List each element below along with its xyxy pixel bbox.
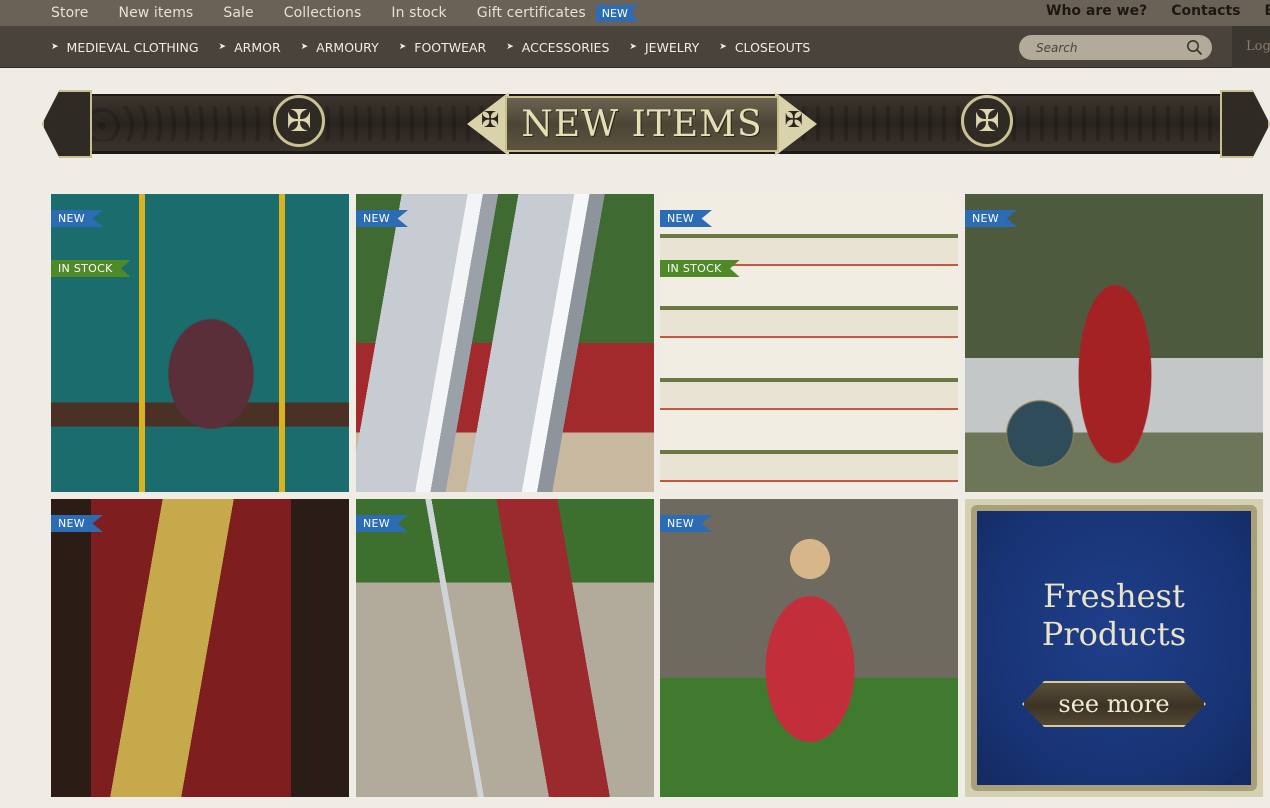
in-stock-badge: IN STOCK [660,260,740,277]
medallion-cross-icon: ✠ [961,95,1013,147]
arrow-icon: ➤ [719,42,727,52]
category-nav: ➤ MEDIEVAL CLOTHING ➤ ARMOR ➤ ARMOURY ➤ FOOT… [51,26,830,68]
product-image [51,194,349,492]
product-image [660,499,958,797]
banner-tip-left [42,90,92,158]
category-label: MEDIEVAL CLOTHING [66,39,199,55]
cross-icon: ✠ [784,108,803,133]
see-more-button[interactable]: see more [1022,681,1206,727]
category-label: ARMOR [234,39,281,55]
category-label: ACCESSORIES [521,39,610,55]
category-label: CLOSEOUTS [734,39,811,55]
product-image [965,194,1263,492]
top-nav-contacts[interactable]: Contacts [1171,3,1240,19]
top-nav-sale[interactable]: Sale [223,5,253,21]
category-accessories[interactable]: ➤ ACCESSORIES [506,40,609,55]
category-bar: ➤ MEDIEVAL CLOTHING ➤ ARMOR ➤ ARMOURY ➤ FOOT… [0,26,1270,68]
top-nav-new-items[interactable]: New items [119,5,194,21]
top-nav-who-are-we[interactable]: Who are we? [1046,3,1147,19]
login-button[interactable]: Log [1232,26,1270,68]
top-nav-gift-certificates[interactable]: Gift certificates [477,5,586,21]
product-card[interactable]: NEW IN STOCK [51,194,349,492]
promo-title-line1: Freshest [1043,577,1185,615]
promo-background: Freshest Products see more [965,499,1263,797]
product-card[interactable]: NEW [51,499,349,797]
search-box [1019,35,1212,60]
arrow-icon: ➤ [629,42,637,52]
category-label: JEWELRY [644,39,700,55]
category-label: FOOTWEAR [414,39,487,55]
category-medieval-clothing[interactable]: ➤ MEDIEVAL CLOTHING [51,40,199,55]
product-card[interactable]: NEW [965,194,1263,492]
top-nav-store[interactable]: Store [51,5,89,21]
product-card[interactable]: NEW [356,194,654,492]
top-nav: Store New items Sale Collections In stoc… [51,0,638,26]
product-image [51,499,349,797]
search-icon[interactable] [1186,39,1203,56]
top-nav-in-stock[interactable]: In stock [391,5,446,21]
arrow-icon: ➤ [51,42,59,52]
arrow-icon: ➤ [506,42,514,52]
promo-title: Freshest Products [1042,577,1186,653]
product-card[interactable]: NEW IN STOCK [660,194,958,492]
category-jewelry[interactable]: ➤ JEWELRY [629,40,699,55]
arrow-icon: ➤ [300,42,309,52]
top-nav-right: Who are we? Contacts Bl [1022,0,1270,22]
product-image [660,194,958,492]
category-closeouts[interactable]: ➤ CLOSEOUTS [719,40,810,55]
new-items-banner: ✠ ✠ ✠ ✠ NEW ITEMS [42,90,1270,158]
promo-title-line2: Products [1041,615,1187,653]
category-footwear[interactable]: ➤ FOOTWEAR [399,40,487,55]
product-image [356,499,654,797]
arrow-icon: ➤ [398,42,407,52]
product-image [356,194,654,492]
product-card[interactable]: NEW [660,499,958,797]
promo-card-freshest-products[interactable]: Freshest Products see more [965,499,1263,797]
banner-tip-right [1220,90,1270,158]
top-nav-blog[interactable]: Bl [1265,3,1270,19]
search-input[interactable] [1019,35,1169,60]
promo-frame: Freshest Products see more [971,505,1257,791]
category-armor[interactable]: ➤ ARMOR [219,40,281,55]
product-card[interactable]: NEW [356,499,654,797]
top-nav-collections[interactable]: Collections [284,5,362,21]
cross-icon: ✠ [481,108,500,133]
gift-new-badge: NEW [595,4,638,22]
category-armoury[interactable]: ➤ ARMOURY [301,40,379,55]
top-bar: Store New items Sale Collections In stoc… [0,0,1270,26]
category-label: ARMOURY [316,39,379,55]
in-stock-badge: IN STOCK [51,260,131,277]
banner-plaque: ✠ ✠ NEW ITEMS [467,92,817,156]
banner-title: NEW ITEMS [521,103,763,145]
medallion-cross-icon: ✠ [273,95,325,147]
arrow-icon: ➤ [218,42,227,52]
banner-title-plate: NEW ITEMS [505,96,779,152]
product-grid: NEW IN STOCK NEW NEW IN STOCK NEW NEW NE… [51,194,1270,804]
